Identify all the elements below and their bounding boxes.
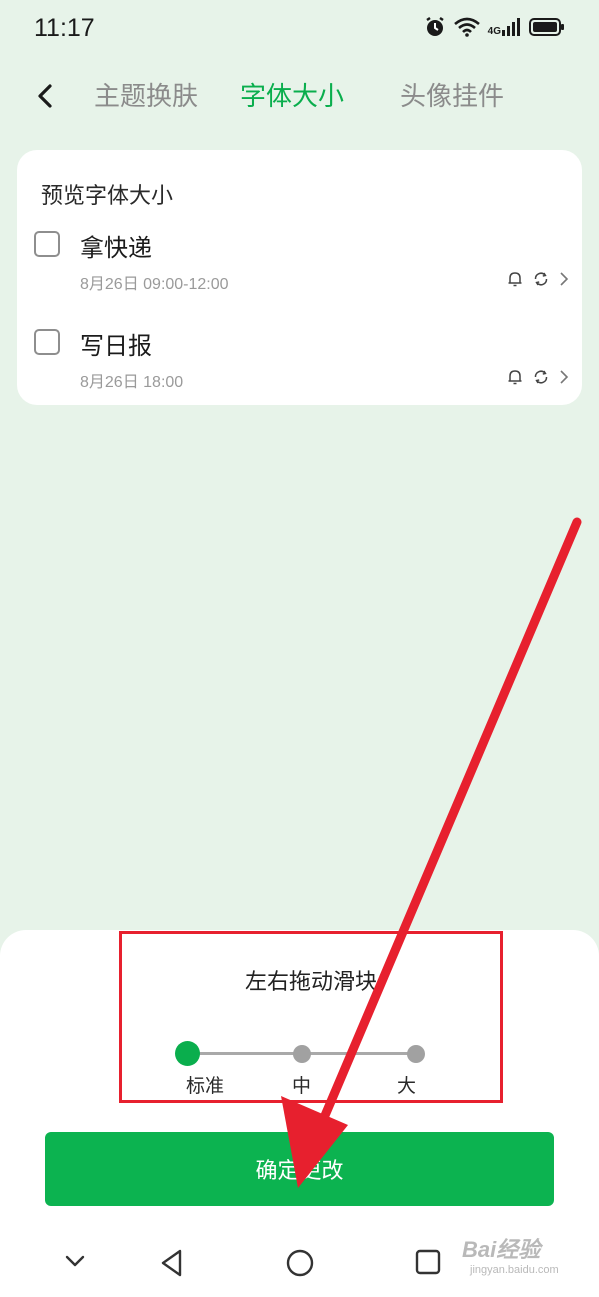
repeat-icon[interactable]	[532, 368, 550, 390]
nav-back-button[interactable]	[158, 1248, 186, 1282]
circle-home-icon	[286, 1249, 314, 1277]
preview-title: 预览字体大小	[41, 184, 174, 209]
slider-label-medium: 中	[292, 1075, 312, 1097]
slider-stop-large[interactable]	[407, 1045, 425, 1063]
repeat-icon[interactable]	[532, 270, 550, 292]
watermark: Bai经验 jingyan.baidu.com	[462, 1232, 582, 1282]
triangle-back-icon	[161, 1249, 182, 1277]
tab-avatar-pendant[interactable]: 头像挂件	[400, 76, 504, 113]
tab-theme[interactable]: 主题换肤	[94, 76, 198, 113]
nav-collapse-button[interactable]	[62, 1248, 88, 1278]
task-title: 写日报	[80, 332, 152, 360]
annotation-highlight-box: 左右拖动滑块 标准 中 大	[119, 931, 503, 1103]
status-bar: 11:17 4G	[0, 0, 599, 60]
task-checkbox[interactable]	[34, 329, 60, 355]
slider-thumb[interactable]	[175, 1041, 200, 1066]
back-button[interactable]	[30, 78, 64, 114]
bell-icon[interactable]	[506, 368, 524, 390]
task-item[interactable]: 写日报 8月26日 18:00	[17, 324, 582, 404]
confirm-change-button[interactable]: 确定更改	[45, 1132, 554, 1206]
chevron-right-icon[interactable]	[558, 270, 570, 292]
status-icons: 4G	[424, 16, 565, 38]
chevron-down-icon	[65, 1255, 85, 1267]
network-type-label: 4G	[488, 17, 521, 37]
watermark-url: jingyan.baidu.com	[470, 1264, 559, 1276]
nav-home-button[interactable]	[285, 1248, 315, 1282]
cellular-signal-icon	[502, 18, 520, 36]
slider-label-large: 大	[397, 1075, 417, 1097]
status-time: 11:17	[34, 14, 95, 42]
chevron-left-icon	[38, 84, 52, 108]
bell-icon[interactable]	[506, 270, 524, 292]
alarm-icon	[425, 16, 444, 36]
top-nav: 主题换肤 字体大小 头像挂件	[0, 72, 599, 122]
task-actions	[506, 270, 570, 292]
task-checkbox[interactable]	[34, 231, 60, 257]
task-date: 8月26日 09:00-12:00	[80, 276, 229, 293]
task-title: 拿快递	[80, 234, 152, 262]
slider-hint: 左右拖动滑块	[244, 970, 377, 995]
tab-font-size[interactable]: 字体大小	[240, 76, 344, 113]
battery-icon	[529, 18, 564, 36]
wifi-icon	[453, 17, 480, 37]
task-date: 8月26日 18:00	[80, 374, 184, 391]
slider-stop-medium[interactable]	[293, 1045, 311, 1063]
square-recent-icon	[415, 1249, 441, 1275]
task-actions	[506, 368, 570, 390]
task-item[interactable]: 拿快递 8月26日 09:00-12:00	[17, 226, 582, 306]
slider-label-standard: 标准	[186, 1075, 225, 1097]
watermark-logo: Bai经验	[462, 1237, 541, 1262]
chevron-right-icon[interactable]	[558, 368, 570, 390]
preview-card: 预览字体大小 拿快递 8月26日 09:00-12:00 写日报 8月26日 1…	[17, 150, 582, 405]
nav-recent-button[interactable]	[414, 1248, 442, 1280]
